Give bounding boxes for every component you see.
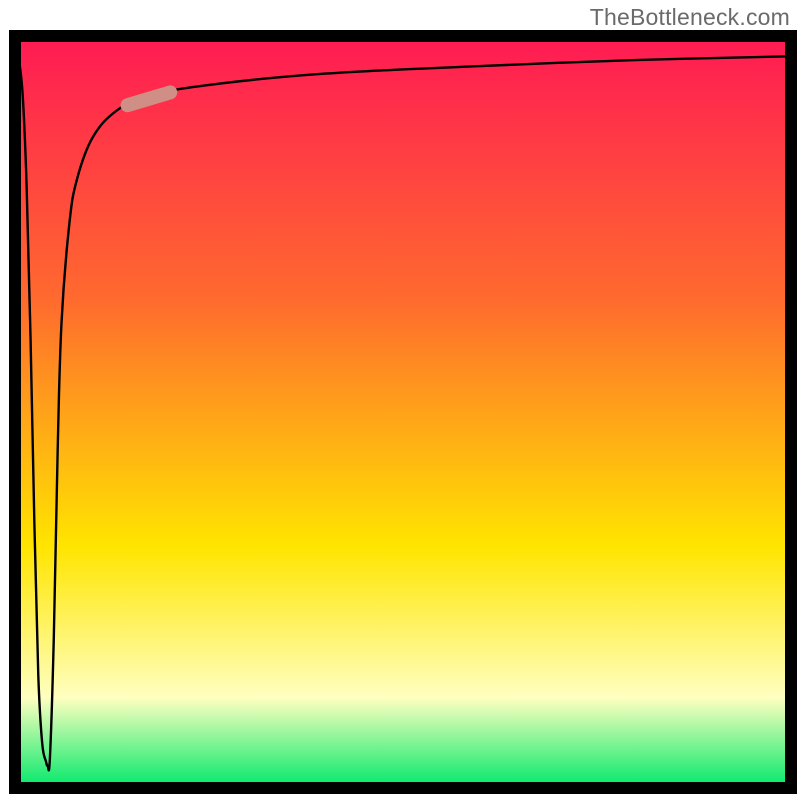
chart-canvas: TheBottleneck.com <box>0 0 800 800</box>
gradient-background <box>15 36 791 788</box>
bottleneck-plot <box>0 0 800 800</box>
watermark-label: TheBottleneck.com <box>590 4 790 31</box>
